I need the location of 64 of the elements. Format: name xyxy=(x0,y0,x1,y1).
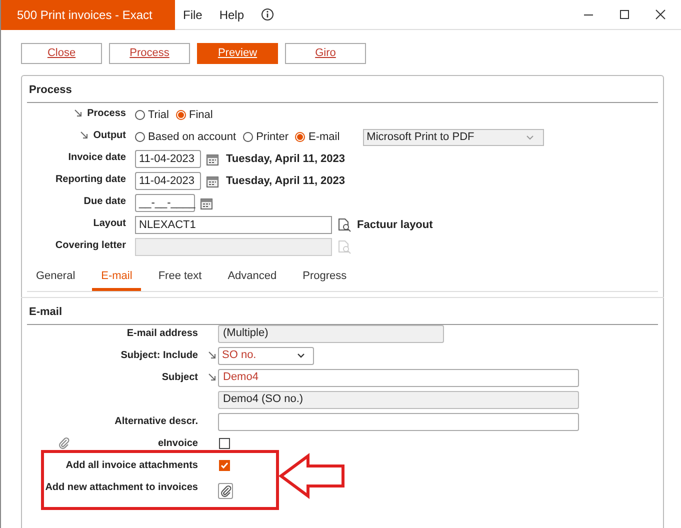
info-icon[interactable] xyxy=(261,8,274,21)
toolbar-button[interactable]: Close xyxy=(21,43,102,64)
toolbar-button[interactable]: Preview xyxy=(197,43,278,64)
window-title: 500 Print invoices - Exact xyxy=(1,0,175,30)
tab[interactable]: Progress xyxy=(294,266,356,291)
close-icon[interactable] xyxy=(655,9,666,20)
tab[interactable]: Advanced xyxy=(218,266,286,291)
checkbox[interactable] xyxy=(219,438,230,448)
field-label: Alternative descr. xyxy=(114,414,198,428)
field-label: Layout xyxy=(93,216,126,230)
menu-item[interactable]: File xyxy=(183,6,202,24)
text-field[interactable]: Demo4 xyxy=(218,368,579,386)
date-field[interactable]: 11-04-2023 xyxy=(135,150,201,168)
layout-description: Factuur layout xyxy=(357,218,433,233)
field-label: eInvoice xyxy=(158,436,198,450)
field-label: Reporting date xyxy=(55,172,126,186)
date-description: Tuesday, April 11, 2023 xyxy=(226,152,346,167)
calendar-icon[interactable] xyxy=(206,152,219,166)
field-label: Subject xyxy=(162,370,198,384)
document-search-icon[interactable] xyxy=(338,218,351,232)
chevron-down-icon xyxy=(526,134,534,140)
section-title: E-mail xyxy=(29,306,62,318)
menu-item[interactable]: Help xyxy=(219,6,244,24)
checkbox[interactable] xyxy=(219,460,230,470)
date-field[interactable]: __-__-____ xyxy=(135,194,195,212)
radio-button[interactable] xyxy=(243,132,254,142)
attach-button[interactable] xyxy=(218,482,233,498)
radio-button[interactable] xyxy=(135,132,145,142)
tab[interactable]: E-mail xyxy=(92,266,142,291)
lookup-field[interactable]: NLEXACT1 xyxy=(135,216,332,234)
field-label: Due date xyxy=(84,194,126,208)
radio-button[interactable] xyxy=(295,132,306,142)
toolbar-button[interactable]: Process xyxy=(109,43,190,64)
text-field[interactable] xyxy=(218,412,579,430)
calendar-icon[interactable] xyxy=(200,196,213,210)
text-field[interactable]: Demo4 (SO no.) xyxy=(218,390,579,408)
toolbar-button[interactable]: Giro xyxy=(285,43,366,64)
radio-label[interactable]: E-mail xyxy=(308,128,340,146)
radio-button[interactable] xyxy=(176,110,186,120)
printer-dropdown[interactable]: Microsoft Print to PDF xyxy=(362,128,544,146)
radio-label[interactable]: Final xyxy=(188,106,213,124)
field-label: Covering letter xyxy=(55,238,126,252)
section-title: Process xyxy=(29,84,72,96)
text-field[interactable]: (Multiple) xyxy=(218,324,444,342)
arrow-annotation xyxy=(278,453,346,499)
radio-label[interactable]: Trial xyxy=(148,106,169,124)
field-label: Invoice date xyxy=(68,150,126,164)
chevron-down-icon xyxy=(297,353,305,358)
field-label: Add all invoice attachments xyxy=(66,458,198,472)
calendar-icon[interactable] xyxy=(206,174,219,188)
field-label: E-mail address xyxy=(126,326,198,340)
field-label: Add new attachment to invoices xyxy=(45,480,198,494)
maximize-icon[interactable] xyxy=(619,9,630,20)
field-label: Subject: Include xyxy=(120,348,198,362)
subject-dropdown[interactable]: SO no. xyxy=(218,346,314,364)
field-label: Process xyxy=(87,106,126,120)
tab[interactable]: Free text xyxy=(149,266,211,291)
date-field[interactable]: 11-04-2023 xyxy=(135,172,201,190)
tab[interactable]: General xyxy=(27,266,84,291)
date-description: Tuesday, April 11, 2023 xyxy=(226,174,346,189)
radio-button[interactable] xyxy=(135,110,145,120)
radio-label[interactable]: Based on account xyxy=(148,128,236,146)
field-label: Output xyxy=(93,128,126,142)
radio-label[interactable]: Printer xyxy=(256,128,288,146)
